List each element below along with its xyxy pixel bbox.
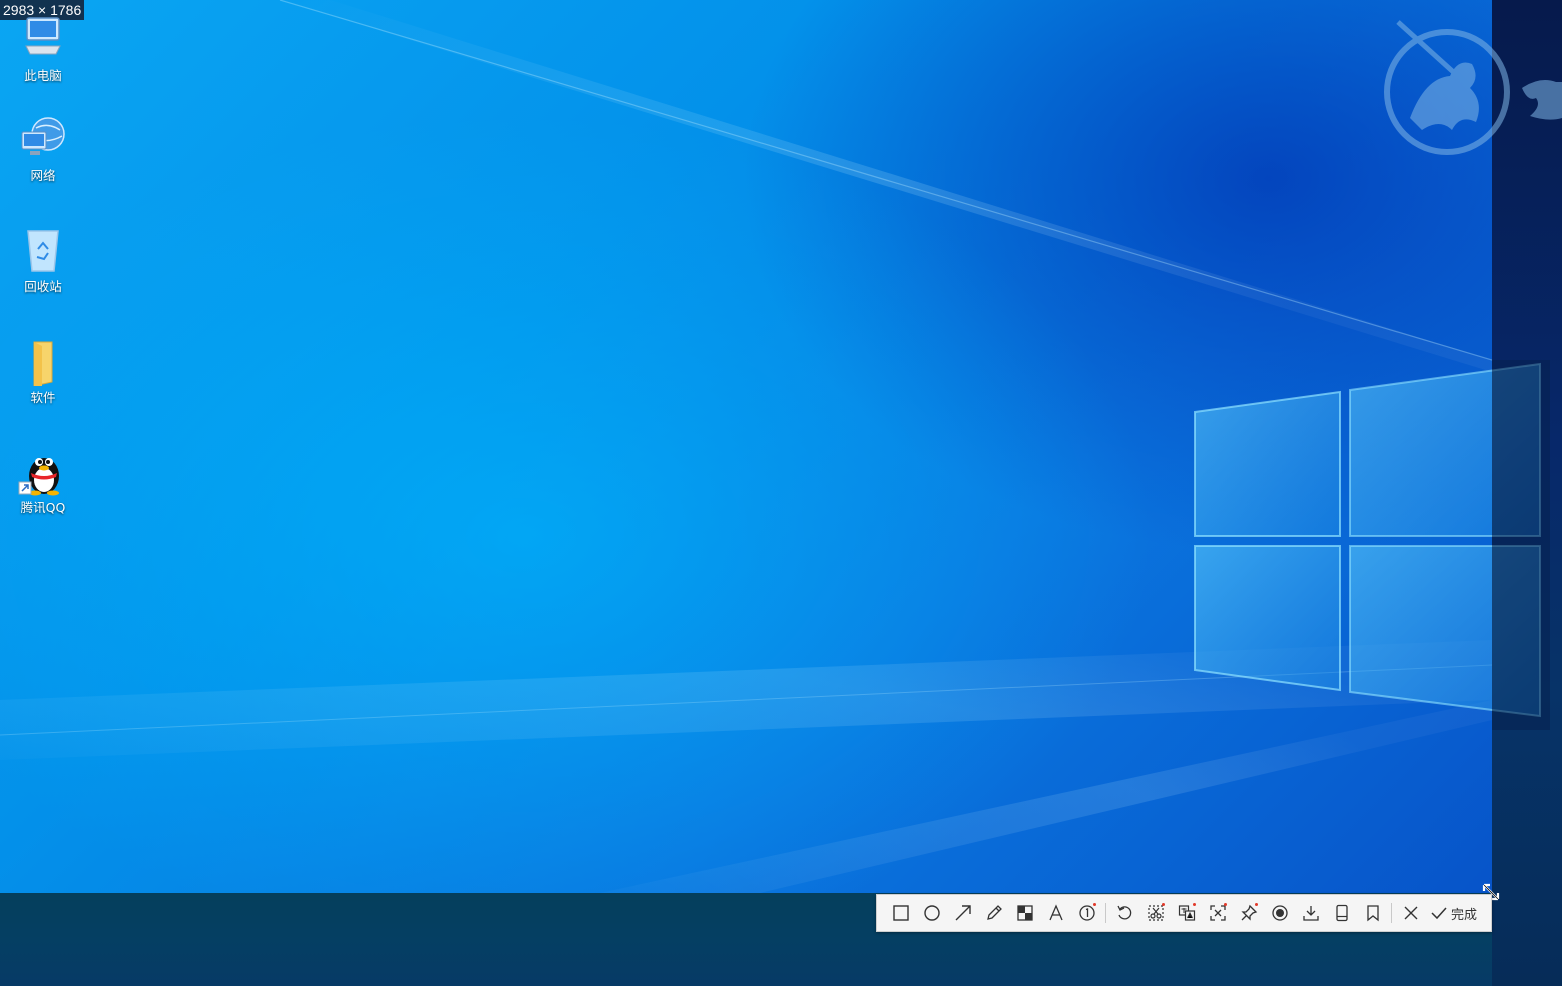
close-capture-button[interactable]: [1395, 898, 1426, 928]
save-tool-button[interactable]: [1295, 898, 1326, 928]
toolbar-separator: [1105, 903, 1106, 923]
pen-tool-button[interactable]: [978, 898, 1009, 928]
translate-tool-button[interactable]: [1171, 898, 1202, 928]
screen-recognize-tool-button[interactable]: [1202, 898, 1233, 928]
desktop-icon-recycle-bin[interactable]: 回收站: [8, 225, 78, 294]
screenshot-toolbar: 完成: [876, 894, 1492, 932]
new-feature-dot: [1255, 903, 1258, 906]
windows-logo-icon: [1194, 360, 1550, 730]
toolbar-separator: [1391, 903, 1392, 923]
favorite-tool-button[interactable]: [1357, 898, 1388, 928]
phone-icon: [1335, 904, 1348, 922]
qq-penguin-icon: [18, 446, 68, 496]
new-feature-dot: [1224, 903, 1227, 906]
network-icon: [18, 114, 68, 164]
record-tool-button[interactable]: [1264, 898, 1295, 928]
desktop-icon-qq[interactable]: 腾讯QQ: [8, 446, 78, 515]
checkmark-icon: [1431, 907, 1447, 920]
done-label: 完成: [1451, 907, 1478, 923]
new-feature-dot: [1162, 903, 1165, 906]
numbered-marker-icon: [1078, 905, 1095, 921]
circle-icon: [923, 905, 940, 921]
download-icon: [1302, 906, 1319, 921]
desktop-icon-label: 回收站: [24, 279, 62, 294]
recycle-bin-icon: [18, 225, 68, 275]
desktop-icon-label: 网络: [30, 168, 56, 183]
computer-icon: [18, 14, 68, 64]
mosaic-tool-button[interactable]: [1009, 898, 1040, 928]
text-tool-button[interactable]: [1040, 898, 1071, 928]
bookmark-icon: [1366, 905, 1379, 922]
done-button[interactable]: 完成: [1426, 898, 1483, 928]
mosaic-icon: [1016, 905, 1033, 921]
desktop-icon-software-folder[interactable]: 软件: [8, 336, 78, 405]
new-feature-dot: [1193, 903, 1196, 906]
pencil-icon: [986, 905, 1002, 920]
desktop-icon-label: 软件: [30, 390, 56, 405]
desktop-icon-this-pc[interactable]: 此电脑: [8, 14, 78, 83]
folder-icon: [18, 336, 68, 387]
scissors-icon: [1147, 905, 1164, 921]
rectangle-tool-button[interactable]: [885, 898, 916, 928]
scan-icon: [1209, 905, 1226, 921]
ellipse-tool-button[interactable]: [916, 898, 947, 928]
desktop-icon-network[interactable]: 网络: [8, 114, 78, 183]
undo-tool-button[interactable]: [1109, 898, 1140, 928]
rectangle-icon: [892, 905, 909, 921]
ocr-tool-button[interactable]: [1140, 898, 1171, 928]
new-feature-dot: [1093, 903, 1096, 906]
desktop-icon-label: 此电脑: [24, 68, 62, 83]
phone-tool-button[interactable]: [1326, 898, 1357, 928]
pin-tool-button[interactable]: [1233, 898, 1264, 928]
arrow-icon: [955, 905, 971, 921]
number-tool-button[interactable]: [1071, 898, 1102, 928]
desktop-icon-label: 腾讯QQ: [20, 500, 66, 515]
translate-icon: [1178, 905, 1195, 921]
text-icon: [1048, 904, 1063, 921]
close-icon: [1404, 906, 1417, 920]
record-icon: [1271, 905, 1288, 921]
pin-icon: [1240, 904, 1257, 921]
undo-icon: [1116, 905, 1131, 920]
arrow-tool-button[interactable]: [947, 898, 978, 928]
watermark-knight-logo-icon: [1384, 20, 1562, 155]
